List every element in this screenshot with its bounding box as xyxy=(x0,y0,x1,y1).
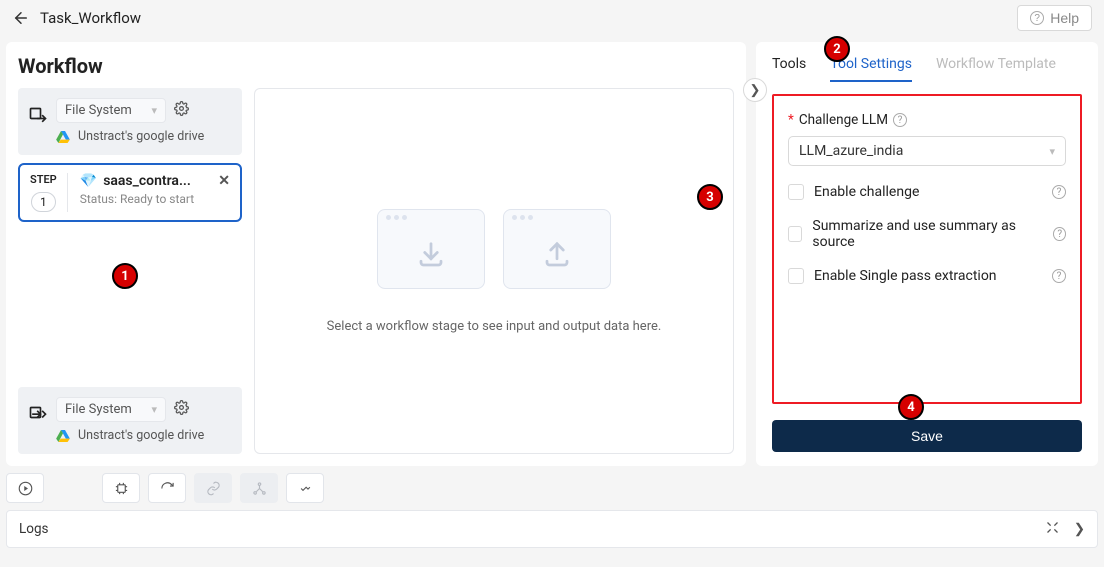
logs-label: Logs xyxy=(19,521,49,537)
input-icon xyxy=(28,106,48,126)
workflow-card: Workflow File System ▾ xyxy=(6,42,746,466)
output-type-select[interactable]: File System ▾ xyxy=(56,397,166,422)
enable-challenge-checkbox[interactable]: Enable challenge ? xyxy=(788,184,1066,200)
play-button[interactable] xyxy=(6,473,44,503)
chevron-down-icon: ▾ xyxy=(1049,145,1055,158)
summarize-label: Summarize and use summary as source xyxy=(812,218,1033,250)
output-type-value: File System xyxy=(65,402,132,417)
output-icon xyxy=(28,405,48,425)
help-icon[interactable]: ? xyxy=(1052,185,1066,199)
help-icon[interactable]: ? xyxy=(893,113,907,127)
save-button[interactable]: Save xyxy=(772,420,1082,452)
download-icon xyxy=(414,238,448,272)
checkbox-icon xyxy=(788,268,804,284)
chevron-down-icon: ▾ xyxy=(151,403,157,416)
checkbox-icon xyxy=(788,184,804,200)
google-drive-icon xyxy=(56,430,70,442)
callout-2: 2 xyxy=(824,36,850,62)
gear-icon[interactable] xyxy=(174,400,189,419)
upload-icon xyxy=(540,238,574,272)
help-icon: ? xyxy=(1030,11,1044,25)
step-main: 💎 saas_contra... ✕ Status: Ready to star… xyxy=(80,173,230,206)
challenge-select[interactable]: LLM_azure_india ▾ xyxy=(788,136,1066,166)
bottom-toolbar xyxy=(0,466,1104,510)
gear-icon[interactable] xyxy=(174,101,189,120)
logs-actions: ❯ xyxy=(1045,520,1085,539)
input-connector: File System ▾ xyxy=(18,88,242,155)
single-pass-label: Enable Single pass extraction xyxy=(814,268,997,284)
refresh-button[interactable] xyxy=(148,473,186,503)
chevron-down-icon: ▾ xyxy=(151,104,157,117)
help-button[interactable]: ? Help xyxy=(1017,5,1092,31)
link-button xyxy=(194,473,232,503)
step-status: Status: Ready to start xyxy=(80,192,230,206)
expand-icon[interactable] xyxy=(1045,520,1060,539)
placeholder-box-output xyxy=(503,209,611,289)
workflow-preview: Select a workflow stage to see input and… xyxy=(254,88,734,454)
placeholder-boxes xyxy=(377,209,611,289)
topbar-left: Task_Workflow xyxy=(12,9,141,27)
workflow-title: Workflow xyxy=(18,54,734,78)
logs-bar[interactable]: Logs ❯ xyxy=(6,510,1098,548)
chevron-right-icon[interactable]: ❯ xyxy=(1074,521,1085,537)
placeholder-text: Select a workflow stage to see input and… xyxy=(327,319,662,334)
output-body: File System ▾ Unstract's google dri xyxy=(56,397,232,444)
tab-tools[interactable]: Tools xyxy=(772,56,806,82)
side-panel: ❯ Tools Tool Settings Workflow Template … xyxy=(756,42,1098,466)
single-pass-checkbox[interactable]: Enable Single pass extraction ? xyxy=(788,268,1066,284)
challenge-value: LLM_azure_india xyxy=(799,143,903,159)
step-badge-label: STEP xyxy=(30,173,57,186)
input-type-value: File System xyxy=(65,103,132,118)
chip-button[interactable] xyxy=(102,473,140,503)
input-drive-label: Unstract's google drive xyxy=(78,129,204,145)
challenge-field: * Challenge LLM ? LLM_azure_india ▾ xyxy=(788,112,1066,166)
aim-button[interactable] xyxy=(286,473,324,503)
page-title: Task_Workflow xyxy=(40,9,141,27)
diamond-icon: 💎 xyxy=(80,173,97,189)
topbar: Task_Workflow ? Help xyxy=(0,0,1104,36)
close-icon[interactable]: ✕ xyxy=(218,173,230,189)
step-badge: STEP 1 xyxy=(30,173,68,212)
challenge-label-text: Challenge LLM xyxy=(799,112,888,128)
callout-1: 1 xyxy=(112,263,138,289)
step-name: saas_contra... xyxy=(103,173,191,189)
chevron-right-icon: ❯ xyxy=(750,83,761,98)
toolbar-group xyxy=(102,473,324,503)
settings-box: * Challenge LLM ? LLM_azure_india ▾ Enab… xyxy=(772,94,1082,404)
output-drive-label: Unstract's google drive xyxy=(78,428,204,444)
help-icon[interactable]: ? xyxy=(1053,227,1066,241)
output-connector: File System ▾ Unstract's google dri xyxy=(18,387,242,454)
input-drive-line: Unstract's google drive xyxy=(56,129,232,145)
back-arrow-icon[interactable] xyxy=(12,9,30,27)
help-label: Help xyxy=(1050,10,1079,26)
step-number: 1 xyxy=(31,192,56,212)
summarize-checkbox[interactable]: Summarize and use summary as source ? xyxy=(788,218,1066,250)
step-card[interactable]: STEP 1 💎 saas_contra... ✕ Status: Ready … xyxy=(18,163,242,222)
callout-3: 3 xyxy=(697,184,723,210)
placeholder-box-input xyxy=(377,209,485,289)
checkbox-icon xyxy=(788,226,802,242)
required-mark: * xyxy=(788,112,794,128)
input-type-select[interactable]: File System ▾ xyxy=(56,98,166,123)
content-row: Workflow File System ▾ xyxy=(0,36,1104,466)
collapse-handle[interactable]: ❯ xyxy=(743,78,767,102)
output-drive-line: Unstract's google drive xyxy=(56,428,232,444)
side-tabs: Tools Tool Settings Workflow Template xyxy=(772,56,1082,82)
enable-challenge-label: Enable challenge xyxy=(814,184,919,200)
callout-4: 4 xyxy=(898,394,924,420)
challenge-label: * Challenge LLM ? xyxy=(788,112,1066,128)
google-drive-icon xyxy=(56,131,70,143)
input-body: File System ▾ xyxy=(56,98,232,145)
nodes-button xyxy=(240,473,278,503)
tab-workflow-template[interactable]: Workflow Template xyxy=(936,56,1056,82)
help-icon[interactable]: ? xyxy=(1052,269,1066,283)
